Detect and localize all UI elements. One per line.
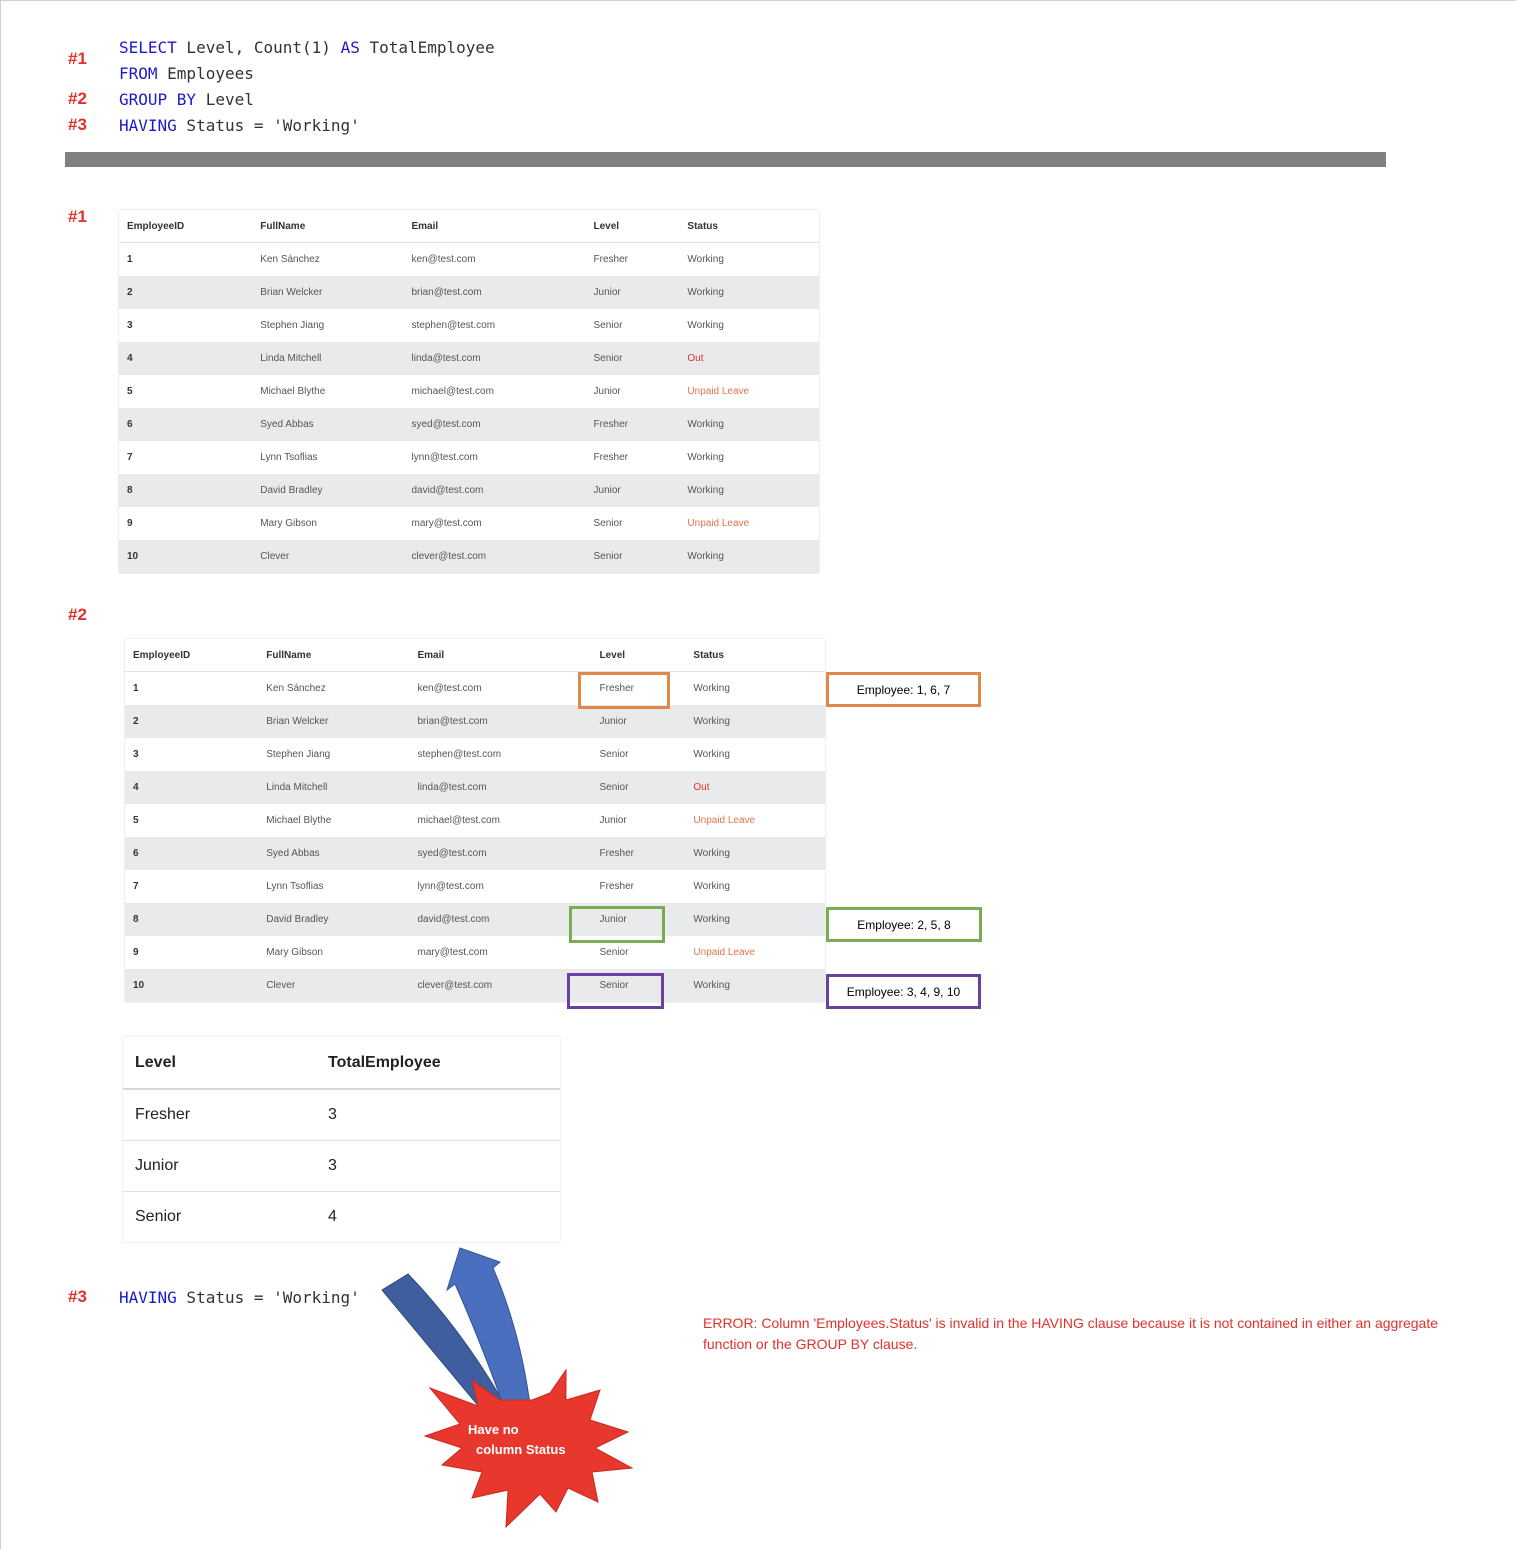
callout-line-1: Have no [468,1422,519,1437]
callout-line-2: column Status [476,1442,566,1457]
error-message: ERROR: Column 'Employees.Status' is inva… [703,1315,1439,1352]
burst-callout-text: Have no column Status [468,1420,578,1460]
